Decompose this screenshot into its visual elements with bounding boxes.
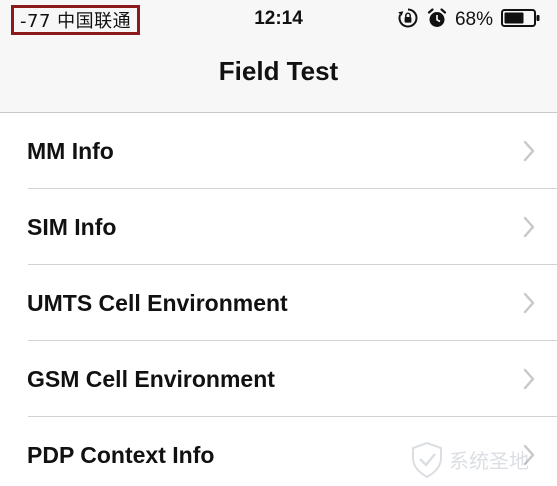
list-item-label: SIM Info	[27, 213, 117, 240]
watermark-text: 系统圣地	[449, 449, 529, 473]
battery-percent: 68%	[454, 9, 493, 30]
chevron-right-icon	[523, 368, 535, 390]
list-item-label: MM Info	[27, 137, 114, 164]
chevron-right-icon	[523, 216, 535, 238]
field-test-menu: MM Info SIM Info UMTS Cell Environment G…	[0, 113, 557, 486]
chevron-right-icon	[523, 292, 535, 314]
chevron-right-icon	[523, 140, 535, 162]
list-item-label: GSM Cell Environment	[27, 365, 275, 392]
list-item-gsm-cell-environment[interactable]: GSM Cell Environment	[0, 341, 557, 417]
page-title: Field Test	[218, 56, 339, 86]
status-indicators: 68%	[397, 7, 541, 34]
alarm-icon	[427, 7, 447, 34]
list-item-label: PDP Context Info	[27, 441, 215, 468]
list-item-umts-cell-environment[interactable]: UMTS Cell Environment	[0, 265, 557, 341]
list-item-mm-info[interactable]: MM Info	[0, 113, 557, 189]
rotation-lock-icon	[397, 7, 419, 34]
battery-icon	[501, 8, 541, 33]
list-item-sim-info[interactable]: SIM Info	[0, 189, 557, 265]
list-item-label: UMTS Cell Environment	[27, 289, 288, 316]
watermark-logo: 系统圣地	[412, 441, 529, 479]
status-bar: -77 中国联通 12:14 68%	[0, 0, 557, 40]
field-test-screen: -77 中国联通 12:14 68% Field Test MM Info SI…	[0, 0, 557, 486]
navigation-bar: Field Test	[0, 40, 557, 113]
